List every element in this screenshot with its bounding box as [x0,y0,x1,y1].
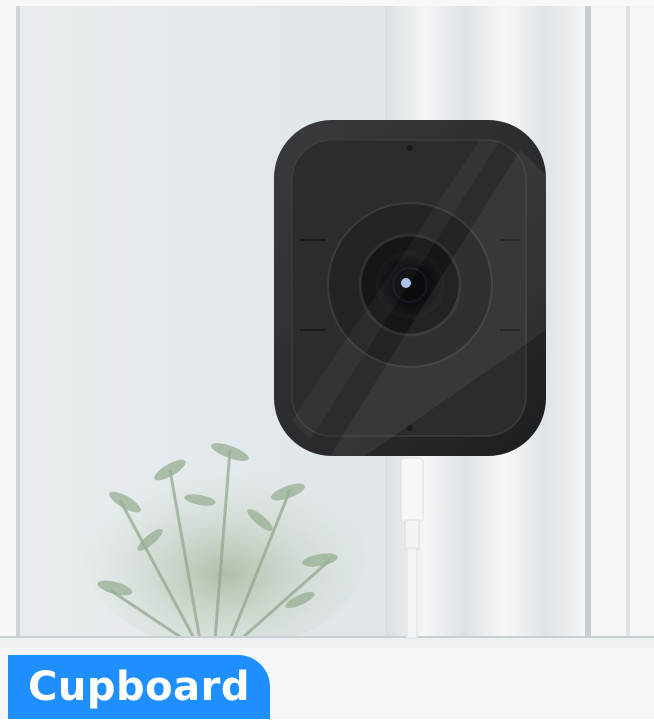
product-photo [0,0,654,719]
security-camera-icon [274,120,546,456]
category-label-text: Cupboard [28,664,250,710]
category-label: Cupboard [8,655,270,719]
